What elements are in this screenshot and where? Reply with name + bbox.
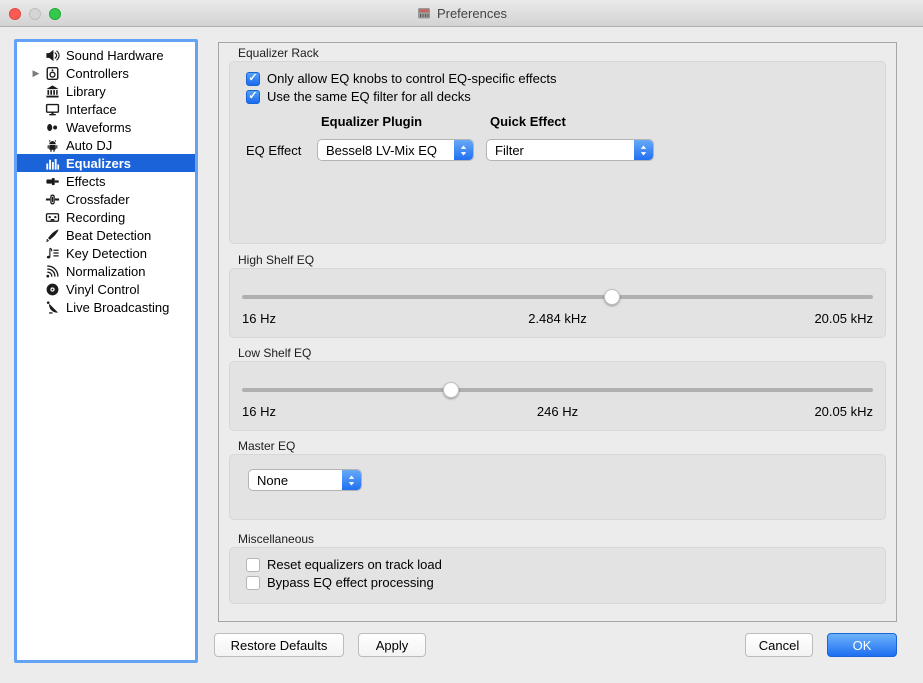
slider-track[interactable] xyxy=(242,388,873,392)
current-freq-label: 246 Hz xyxy=(242,404,873,419)
sidebar-item-recording[interactable]: Recording xyxy=(17,208,195,226)
max-freq-label: 20.05 kHz xyxy=(814,311,873,326)
close-button[interactable] xyxy=(9,8,21,20)
quick-effect-dropdown[interactable]: Filter xyxy=(486,139,654,161)
check-icon: ✓ xyxy=(248,73,257,84)
slider-track[interactable] xyxy=(242,295,873,299)
same-eq-filter-checkbox-row[interactable]: ✓ Use the same EQ filter for all decks xyxy=(246,89,471,104)
group-title: Low Shelf EQ xyxy=(238,346,896,360)
sidebar-item-sound-hardware[interactable]: Sound Hardware xyxy=(17,46,195,64)
waveform-icon xyxy=(44,119,60,135)
group-title: Equalizer Rack xyxy=(238,46,896,60)
sidebar-item-library[interactable]: Library xyxy=(17,82,195,100)
sidebar-category-list: Sound Hardware ▶ Controllers Library Int… xyxy=(14,39,198,663)
robot-icon xyxy=(44,137,60,153)
eq-effect-label: EQ Effect xyxy=(246,143,309,158)
high-shelf-eq-group: High Shelf EQ 16 Hz 2.484 kHz 20.05 kHz xyxy=(219,253,896,338)
restore-defaults-button[interactable]: Restore Defaults xyxy=(214,633,344,657)
eq-effect-row: EQ Effect Bessel8 LV-Mix EQ Filter xyxy=(246,139,654,161)
miscellaneous-group: Miscellaneous Reset equalizers on track … xyxy=(219,532,896,604)
disclosure-triangle-icon[interactable]: ▶ xyxy=(30,68,42,79)
sidebar-item-live-broadcasting[interactable]: Live Broadcasting xyxy=(17,298,195,316)
traffic-lights xyxy=(9,0,61,27)
high-shelf-labels: 16 Hz 2.484 kHz 20.05 kHz xyxy=(242,311,873,327)
max-freq-label: 20.05 kHz xyxy=(814,404,873,419)
controllers-icon xyxy=(44,65,60,81)
sidebar-item-vinyl-control[interactable]: Vinyl Control xyxy=(17,280,195,298)
low-shelf-eq-group: Low Shelf EQ 16 Hz 246 Hz 20.05 kHz xyxy=(219,346,896,431)
group-title: Master EQ xyxy=(238,439,896,453)
dropdown-arrows-icon xyxy=(342,470,361,490)
window-title: Preferences xyxy=(437,6,507,21)
sound-waves-icon xyxy=(44,263,60,279)
equalizer-rack-box: ✓ Only allow EQ knobs to control EQ-spec… xyxy=(229,61,886,244)
low-shelf-slider[interactable] xyxy=(242,382,873,398)
current-freq-label: 2.484 kHz xyxy=(242,311,873,326)
master-eq-dropdown[interactable]: None xyxy=(248,469,362,491)
library-icon xyxy=(44,83,60,99)
dropdown-arrows-icon xyxy=(634,140,653,160)
miscellaneous-box: Reset equalizers on track load Bypass EQ… xyxy=(229,547,886,604)
monitor-icon xyxy=(44,101,60,117)
beat-whip-icon xyxy=(44,227,60,243)
master-eq-group: Master EQ None xyxy=(219,439,896,520)
master-eq-box: None xyxy=(229,454,886,520)
checkbox-checked[interactable]: ✓ xyxy=(246,90,260,104)
music-note-list-icon xyxy=(44,245,60,261)
reset-equalizers-checkbox-row[interactable]: Reset equalizers on track load xyxy=(246,557,442,572)
sidebar-item-normalization[interactable]: Normalization xyxy=(17,262,195,280)
ok-button[interactable]: OK xyxy=(827,633,897,657)
sidebar-item-effects[interactable]: Effects xyxy=(17,172,195,190)
sidebar-item-controllers[interactable]: ▶ Controllers xyxy=(17,64,195,82)
sidebar-item-auto-dj[interactable]: Auto DJ xyxy=(17,136,195,154)
equalizer-bars-icon xyxy=(44,155,60,171)
quick-effect-header: Quick Effect xyxy=(486,114,654,129)
low-shelf-labels: 16 Hz 246 Hz 20.05 kHz xyxy=(242,404,873,420)
low-shelf-box: 16 Hz 246 Hz 20.05 kHz xyxy=(229,361,886,431)
sidebar-item-interface[interactable]: Interface xyxy=(17,100,195,118)
cancel-button[interactable]: Cancel xyxy=(745,633,813,657)
sidebar-item-waveforms[interactable]: Waveforms xyxy=(17,118,195,136)
checkbox-unchecked[interactable] xyxy=(246,558,260,572)
sidebar-item-key-detection[interactable]: Key Detection xyxy=(17,244,195,262)
checkbox-checked[interactable]: ✓ xyxy=(246,72,260,86)
sidebar-item-crossfader[interactable]: Crossfader xyxy=(17,190,195,208)
crossfader-icon xyxy=(44,191,60,207)
slider-handle[interactable] xyxy=(443,382,459,398)
group-title: Miscellaneous xyxy=(238,532,896,546)
apply-button[interactable]: Apply xyxy=(358,633,426,657)
preferences-window: Preferences Sound Hardware ▶ Controllers… xyxy=(0,0,923,683)
checkbox-unchecked[interactable] xyxy=(246,576,260,590)
bypass-eq-checkbox-row[interactable]: Bypass EQ effect processing xyxy=(246,575,434,590)
equalizers-settings-panel: Equalizer Rack ✓ Only allow EQ knobs to … xyxy=(218,42,897,622)
high-shelf-slider[interactable] xyxy=(242,289,873,305)
slider-handle[interactable] xyxy=(604,289,620,305)
eq-column-headers: Equalizer Plugin Quick Effect xyxy=(246,114,654,129)
equalizer-plugin-dropdown[interactable]: Bessel8 LV-Mix EQ xyxy=(317,139,474,161)
dropdown-arrows-icon xyxy=(454,140,473,160)
effects-icon xyxy=(44,173,60,189)
equalizer-rack-group: Equalizer Rack ✓ Only allow EQ knobs to … xyxy=(219,46,896,245)
group-title: High Shelf EQ xyxy=(238,253,896,267)
satellite-dish-icon xyxy=(44,299,60,315)
vinyl-record-icon xyxy=(44,281,60,297)
speaker-icon xyxy=(44,47,60,63)
equalizer-plugin-header: Equalizer Plugin xyxy=(317,114,474,129)
sidebar-item-equalizers[interactable]: Equalizers xyxy=(17,154,195,172)
app-icon xyxy=(416,5,432,21)
zoom-button[interactable] xyxy=(49,8,61,20)
high-shelf-box: 16 Hz 2.484 kHz 20.05 kHz xyxy=(229,268,886,338)
minimize-button xyxy=(29,8,41,20)
only-eq-knobs-checkbox-row[interactable]: ✓ Only allow EQ knobs to control EQ-spec… xyxy=(246,71,557,86)
sidebar-item-beat-detection[interactable]: Beat Detection xyxy=(17,226,195,244)
cassette-icon xyxy=(44,209,60,225)
titlebar: Preferences xyxy=(0,0,923,27)
check-icon: ✓ xyxy=(248,91,257,102)
